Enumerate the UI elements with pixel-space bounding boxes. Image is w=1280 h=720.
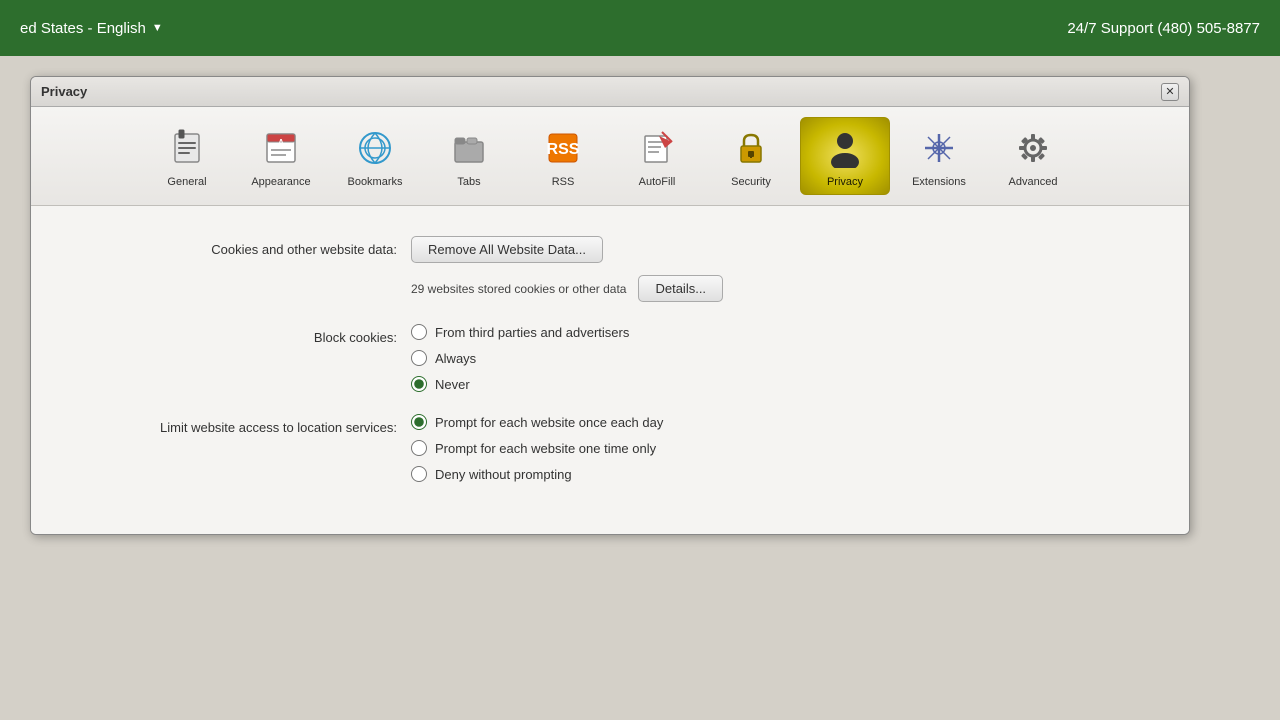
location-deny-radio[interactable] — [411, 466, 427, 482]
tab-bookmarks-label: Bookmarks — [347, 176, 402, 188]
location-prompt-daily-label: Prompt for each website once each day — [435, 415, 663, 430]
block-cookies-third-party-label: From third parties and advertisers — [435, 325, 629, 340]
website-count-row: 29 websites stored cookies or other data… — [411, 275, 1149, 302]
location-deny-label: Deny without prompting — [435, 467, 572, 482]
tab-bookmarks[interactable]: Bookmarks — [330, 117, 420, 195]
location-radio-group: Prompt for each website once each day Pr… — [411, 414, 1149, 482]
tab-autofill[interactable]: AutoFill — [612, 117, 702, 195]
location-prompt-once-radio[interactable] — [411, 440, 427, 456]
tab-extensions[interactable]: Extensions — [894, 117, 984, 195]
tab-advanced-label: Advanced — [1009, 176, 1058, 188]
location-deny[interactable]: Deny without prompting — [411, 466, 1149, 482]
rss-icon: RSS — [539, 124, 587, 172]
tab-privacy-label: Privacy — [827, 176, 863, 188]
appearance-icon: A — [257, 124, 305, 172]
advanced-icon — [1009, 124, 1057, 172]
close-button[interactable]: ✕ — [1161, 83, 1179, 101]
preferences-toolbar: General A Appearance — [31, 107, 1189, 206]
cookies-row: Cookies and other website data: Remove A… — [71, 236, 1149, 302]
tabs-icon — [445, 124, 493, 172]
location-prompt-once-label: Prompt for each website one time only — [435, 441, 656, 456]
support-text: 24/7 Support (480) 505-8877 — [1067, 20, 1260, 37]
block-cookies-always[interactable]: Always — [411, 350, 1149, 366]
block-cookies-options: From third parties and advertisers Alway… — [411, 324, 1149, 392]
bookmarks-icon — [351, 124, 399, 172]
tab-security-label: Security — [731, 176, 771, 188]
location-label: Limit website access to location service… — [71, 414, 411, 435]
cookies-label: Cookies and other website data: — [71, 236, 411, 257]
dialog-title: Privacy — [41, 84, 87, 99]
block-cookies-never-label: Never — [435, 377, 470, 392]
privacy-content: Cookies and other website data: Remove A… — [31, 206, 1189, 534]
tab-appearance[interactable]: A Appearance — [236, 117, 326, 195]
block-cookies-label: Block cookies: — [71, 324, 411, 345]
location-prompt-once[interactable]: Prompt for each website one time only — [411, 440, 1149, 456]
cookies-content: Remove All Website Data... 29 websites s… — [411, 236, 1149, 302]
autofill-icon — [633, 124, 681, 172]
block-cookies-third-party-radio[interactable] — [411, 324, 427, 340]
tab-autofill-label: AutoFill — [639, 176, 676, 188]
svg-text:A: A — [278, 138, 284, 147]
block-cookies-never[interactable]: Never — [411, 376, 1149, 392]
tab-tabs-label: Tabs — [457, 176, 480, 188]
block-cookies-row: Block cookies: From third parties and ad… — [71, 324, 1149, 392]
general-icon — [163, 124, 211, 172]
tab-security[interactable]: Security — [706, 117, 796, 195]
security-icon — [727, 124, 775, 172]
block-cookies-always-radio[interactable] — [411, 350, 427, 366]
tab-general[interactable]: General — [142, 117, 232, 195]
svg-text:RSS: RSS — [547, 141, 580, 158]
privacy-icon — [821, 124, 869, 172]
block-cookies-radio-group: From third parties and advertisers Alway… — [411, 324, 1149, 392]
location-options: Prompt for each website once each day Pr… — [411, 414, 1149, 482]
block-cookies-never-radio[interactable] — [411, 376, 427, 392]
details-button[interactable]: Details... — [638, 275, 723, 302]
location-dropdown-icon: ▼ — [152, 22, 163, 34]
tab-rss-label: RSS — [552, 176, 575, 188]
block-cookies-third-party[interactable]: From third parties and advertisers — [411, 324, 1149, 340]
location-row: Limit website access to location service… — [71, 414, 1149, 482]
tab-rss[interactable]: RSS RSS — [518, 117, 608, 195]
header-location[interactable]: ed States - English ▼ — [20, 20, 163, 37]
block-cookies-always-label: Always — [435, 351, 476, 366]
tab-tabs[interactable]: Tabs — [424, 117, 514, 195]
website-count-text: 29 websites stored cookies or other data — [411, 282, 626, 296]
tab-extensions-label: Extensions — [912, 176, 966, 188]
tab-privacy[interactable]: Privacy — [800, 117, 890, 195]
page-background: Privacy ✕ General — [0, 56, 1280, 720]
dialog-titlebar: Privacy ✕ — [31, 77, 1189, 107]
remove-all-website-data-button[interactable]: Remove All Website Data... — [411, 236, 603, 263]
tab-appearance-label: Appearance — [251, 176, 310, 188]
location-prompt-daily-radio[interactable] — [411, 414, 427, 430]
location-prompt-daily[interactable]: Prompt for each website once each day — [411, 414, 1149, 430]
extensions-icon — [915, 124, 963, 172]
header-bar: ed States - English ▼ 24/7 Support (480)… — [0, 0, 1280, 56]
tab-general-label: General — [167, 176, 206, 188]
tab-advanced[interactable]: Advanced — [988, 117, 1078, 195]
privacy-dialog: Privacy ✕ General — [30, 76, 1190, 535]
